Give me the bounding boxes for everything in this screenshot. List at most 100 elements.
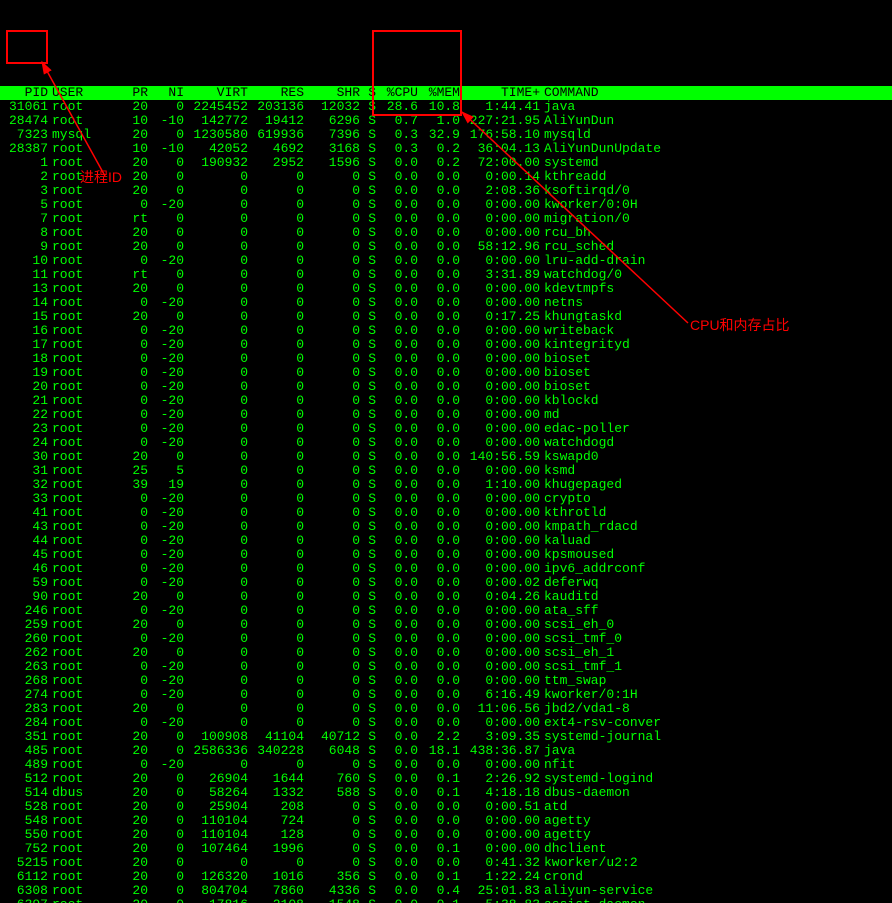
cell-res: 0 [248, 646, 304, 660]
cell-mem: 10.8 [418, 100, 460, 114]
col-user: USER [48, 86, 112, 100]
table-row: 485root20025863363402286048S0.018.1438:3… [0, 744, 892, 758]
cell-ni: -20 [148, 422, 184, 436]
cell-cmd: rcu_sched [540, 240, 614, 254]
cell-cpu: 0.0 [376, 296, 418, 310]
table-row: 1root20019093229521596S0.00.272:00.00sys… [0, 156, 892, 170]
cell-ni: 0 [148, 772, 184, 786]
cell-pid: 23 [0, 422, 48, 436]
cell-cmd: kaluad [540, 534, 591, 548]
cell-user: root [48, 352, 112, 366]
cell-shr: 356 [304, 870, 360, 884]
cell-res: 4692 [248, 142, 304, 156]
cell-cmd: dbus-daemon [540, 786, 630, 800]
cell-time: 58:12.96 [460, 240, 540, 254]
cell-virt: 110104 [184, 828, 248, 842]
cell-mem: 0.0 [418, 184, 460, 198]
cell-ni: 0 [148, 310, 184, 324]
cell-res: 0 [248, 548, 304, 562]
cell-ni: 0 [148, 618, 184, 632]
cell-s: S [360, 184, 376, 198]
cell-user: root [48, 142, 112, 156]
cell-user: root [48, 380, 112, 394]
cell-res: 0 [248, 604, 304, 618]
cell-mem: 0.0 [418, 254, 460, 268]
table-row: 5root0-20000S0.00.00:00.00kworker/0:0H [0, 198, 892, 212]
cell-shr: 0 [304, 814, 360, 828]
table-row: 528root200259042080S0.00.00:00.51atd [0, 800, 892, 814]
cell-mem: 0.0 [418, 702, 460, 716]
table-row: 45root0-20000S0.00.00:00.00kpsmoused [0, 548, 892, 562]
cell-res: 7860 [248, 884, 304, 898]
table-row: 283root200000S0.00.011:06.56jbd2/vda1-8 [0, 702, 892, 716]
cell-user: root [48, 282, 112, 296]
col-%cpu: %CPU [376, 86, 418, 100]
cell-user: root [48, 800, 112, 814]
table-row: 32root3919000S0.00.01:10.00khugepaged [0, 478, 892, 492]
cell-res: 0 [248, 478, 304, 492]
cell-res: 128 [248, 828, 304, 842]
cell-virt: 0 [184, 688, 248, 702]
cell-mem: 0.0 [418, 534, 460, 548]
cell-mem: 0.0 [418, 674, 460, 688]
cell-virt: 0 [184, 632, 248, 646]
table-row: 43root0-20000S0.00.00:00.00kmpath_rdacd [0, 520, 892, 534]
cell-shr: 0 [304, 436, 360, 450]
cell-pid: 31061 [0, 100, 48, 114]
cell-pid: 15 [0, 310, 48, 324]
cell-mem: 0.0 [418, 800, 460, 814]
cell-res: 0 [248, 618, 304, 632]
cell-res: 0 [248, 240, 304, 254]
cell-shr: 40712 [304, 730, 360, 744]
cell-res: 0 [248, 436, 304, 450]
cell-s: S [360, 534, 376, 548]
cell-s: S [360, 688, 376, 702]
cell-user: root [48, 422, 112, 436]
cell-shr: 1596 [304, 156, 360, 170]
cell-time: 0:00.00 [460, 380, 540, 394]
cell-user: root [48, 730, 112, 744]
cell-cpu: 0.0 [376, 156, 418, 170]
cell-user: root [48, 870, 112, 884]
table-row: 6397root2001781621081548S0.00.15:38.83as… [0, 898, 892, 903]
cell-user: root [48, 548, 112, 562]
cell-pr: 20 [112, 898, 148, 903]
cell-res: 0 [248, 338, 304, 352]
cell-virt: 0 [184, 380, 248, 394]
cell-user: root [48, 198, 112, 212]
cell-time: 2:26.92 [460, 772, 540, 786]
cell-ni: -20 [148, 758, 184, 772]
table-row: 19root0-20000S0.00.00:00.00bioset [0, 366, 892, 380]
cell-cpu: 0.0 [376, 576, 418, 590]
cell-res: 0 [248, 282, 304, 296]
cell-pid: 550 [0, 828, 48, 842]
cell-time: 0:00.00 [460, 814, 540, 828]
cell-cmd: netns [540, 296, 583, 310]
cell-shr: 0 [304, 380, 360, 394]
cell-mem: 0.4 [418, 884, 460, 898]
cell-res: 0 [248, 366, 304, 380]
cell-pid: 18 [0, 352, 48, 366]
cell-virt: 0 [184, 604, 248, 618]
cell-s: S [360, 100, 376, 114]
cell-pid: 283 [0, 702, 48, 716]
cell-shr: 0 [304, 660, 360, 674]
cell-pr: 20 [112, 590, 148, 604]
cell-s: S [360, 758, 376, 772]
cell-cpu: 0.0 [376, 170, 418, 184]
cell-s: S [360, 198, 376, 212]
table-row: 20root0-20000S0.00.00:00.00bioset [0, 380, 892, 394]
cell-cmd: aliyun-service [540, 884, 653, 898]
cell-shr: 0 [304, 688, 360, 702]
table-row: 512root200269041644760S0.00.12:26.92syst… [0, 772, 892, 786]
cell-pid: 44 [0, 534, 48, 548]
cell-cmd: systemd-journal [540, 730, 661, 744]
cell-shr: 0 [304, 310, 360, 324]
cell-s: S [360, 632, 376, 646]
cell-time: 0:00.00 [460, 324, 540, 338]
cell-cpu: 0.0 [376, 310, 418, 324]
cell-cpu: 0.0 [376, 464, 418, 478]
cell-user: root [48, 408, 112, 422]
cell-cmd: edac-poller [540, 422, 630, 436]
cell-user: root [48, 324, 112, 338]
